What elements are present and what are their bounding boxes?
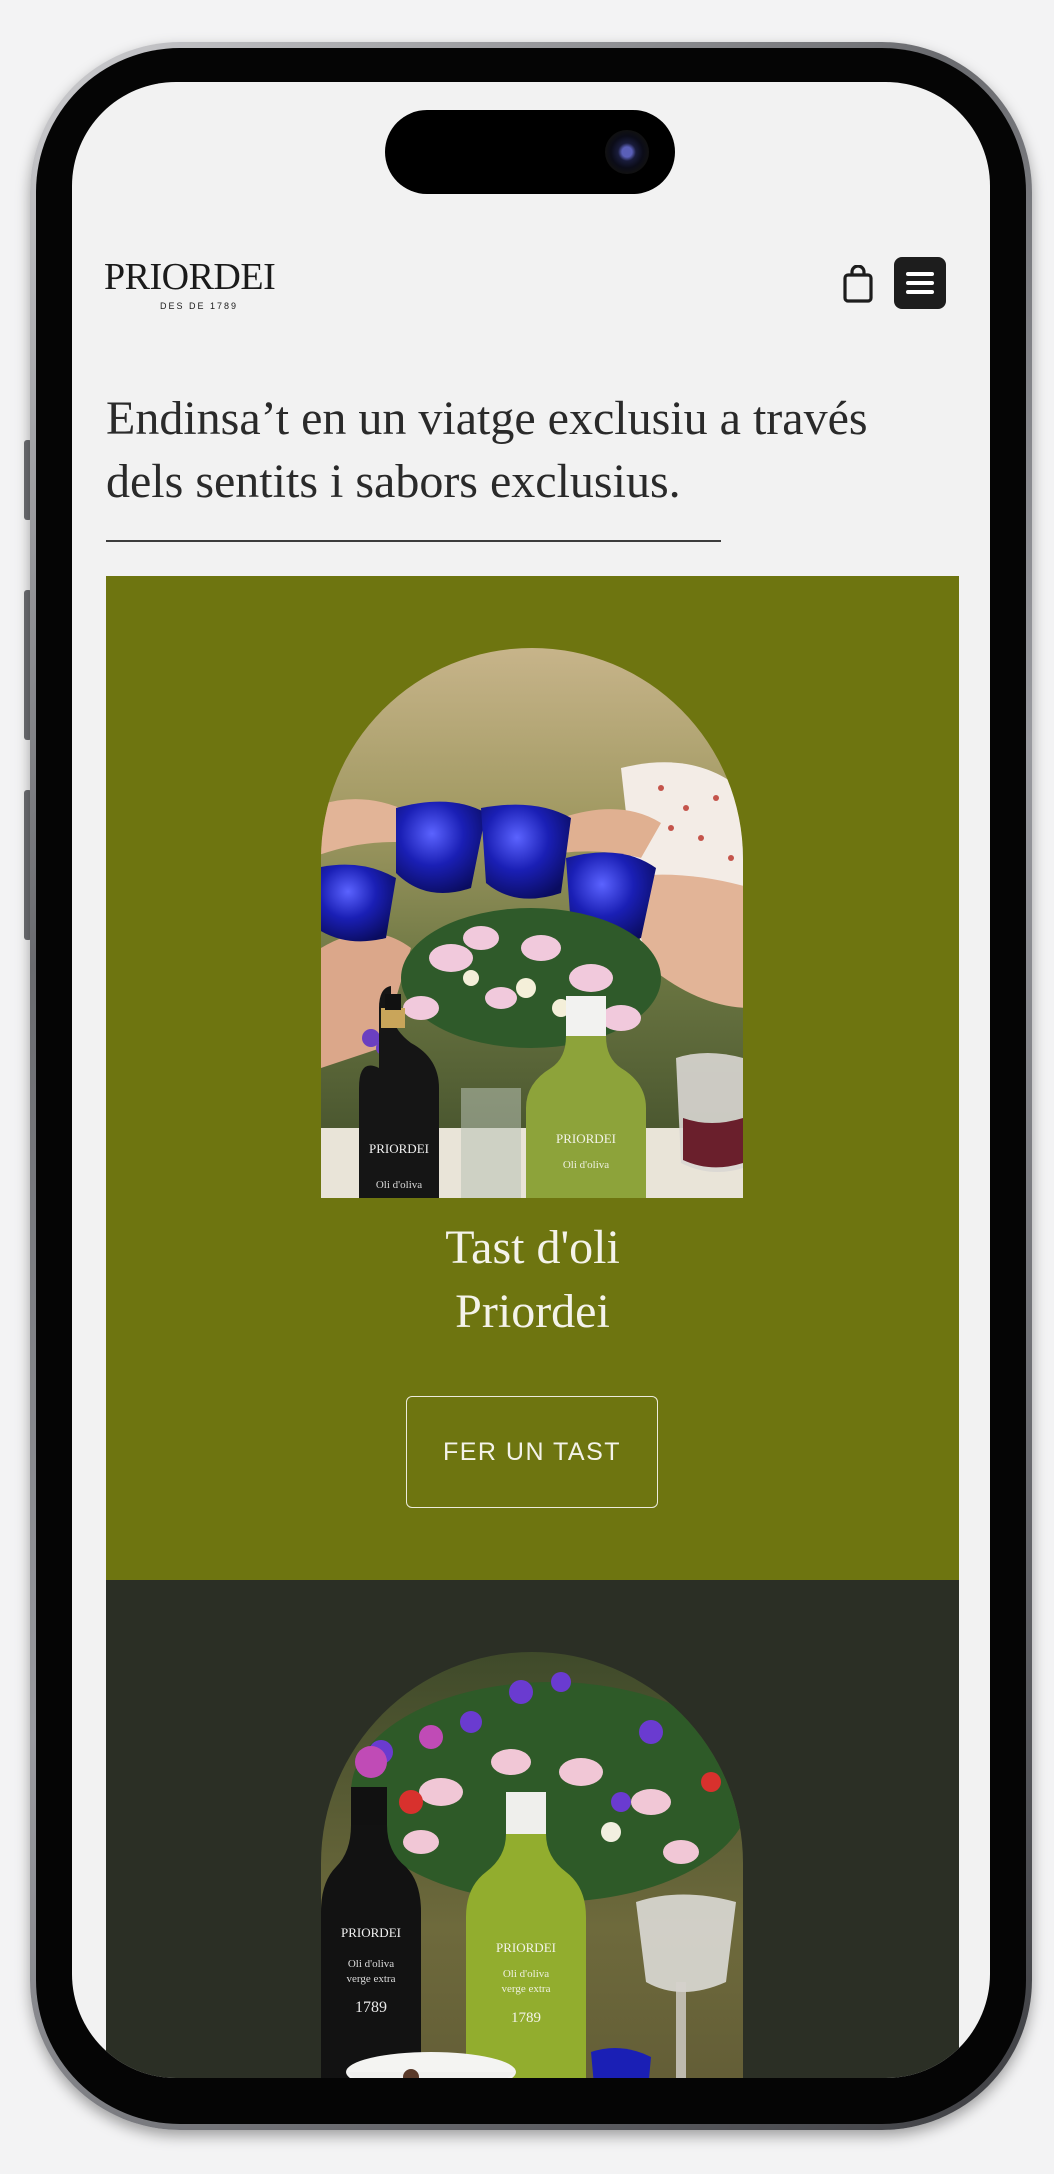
bottle-label-text: Oli d'oliva [563,1159,609,1171]
bottle-label-text: verge extra [347,1973,396,1985]
shopping-bag-icon[interactable] [842,264,874,303]
card-title-line-2: Priordei [455,1285,610,1338]
device-mockup: PRIORDEI DES DE 1789 Endinsa’t en un via… [0,0,1054,2174]
tasting-card: PRIORDEI Oli d'oliva PRIORDEI Oli d'oliv… [106,576,959,1580]
card-title-line-1: Tast d'oli [445,1221,620,1274]
bottle-label-text: Oli d'oliva [376,1179,422,1191]
tasting-photo: PRIORDEI Oli d'oliva PRIORDEI Oli d'oliv… [321,648,743,1198]
hero-headline: Endinsa’t en un viatge exclusiu a través… [106,392,868,508]
camera-icon [605,130,649,174]
tasting-cta-button[interactable]: FER UN TAST [406,1396,658,1508]
bottle-label-text: verge extra [502,1983,551,1995]
product-photo: PRIORDEI Oli d'oliva verge extra 1789 PR… [321,1652,743,2078]
headline-divider [106,540,721,542]
dynamic-island [385,110,675,194]
bottle-label-year: 1789 [511,2010,541,2026]
bottle-label-brand: PRIORDEI [556,1131,616,1146]
card-title: Tast d'oli Priordei [106,1216,959,1344]
product-card: PRIORDEI Oli d'oliva verge extra 1789 PR… [106,1580,959,2078]
bottle-label-text: Oli d'oliva [348,1958,394,1970]
bottle-label-year: 1789 [355,1999,387,2016]
brand-logo[interactable]: PRIORDEI DES DE 1789 [104,257,314,311]
logo-tagline: DES DE 1789 [159,301,239,311]
screen: PRIORDEI DES DE 1789 Endinsa’t en un via… [72,82,990,2078]
bottle-label-brand: PRIORDEI [369,1141,429,1156]
bottle-label-text: Oli d'oliva [503,1968,549,1980]
hamburger-menu-icon[interactable] [894,257,946,309]
logo-wordmark: PRIORDEI [104,256,276,298]
bottle-label-brand: PRIORDEI [341,1925,401,1940]
bottle-label-brand: PRIORDEI [496,1940,556,1955]
